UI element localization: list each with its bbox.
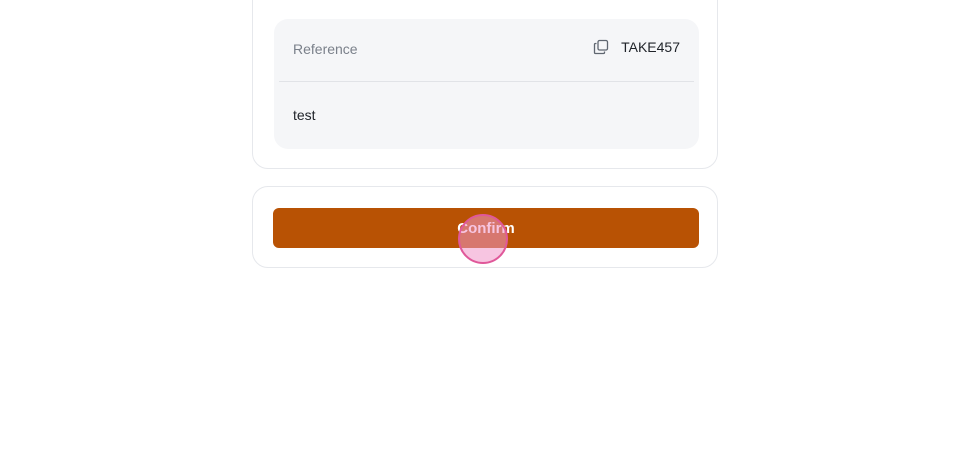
reference-panel: Reference TAKE457 test [274,19,699,149]
divider [279,81,694,82]
note-text: test [293,107,316,123]
reference-value-group: TAKE457 [593,39,680,55]
confirm-button[interactable]: Confirm [273,208,699,248]
reference-row: Reference TAKE457 [274,19,699,81]
details-card: Reference TAKE457 test [252,0,718,169]
actions-card: Confirm [252,186,718,268]
copy-icon[interactable] [593,39,609,55]
reference-value: TAKE457 [621,39,680,55]
page: Reference TAKE457 test Confirm [0,0,960,472]
reference-label: Reference [293,41,358,57]
